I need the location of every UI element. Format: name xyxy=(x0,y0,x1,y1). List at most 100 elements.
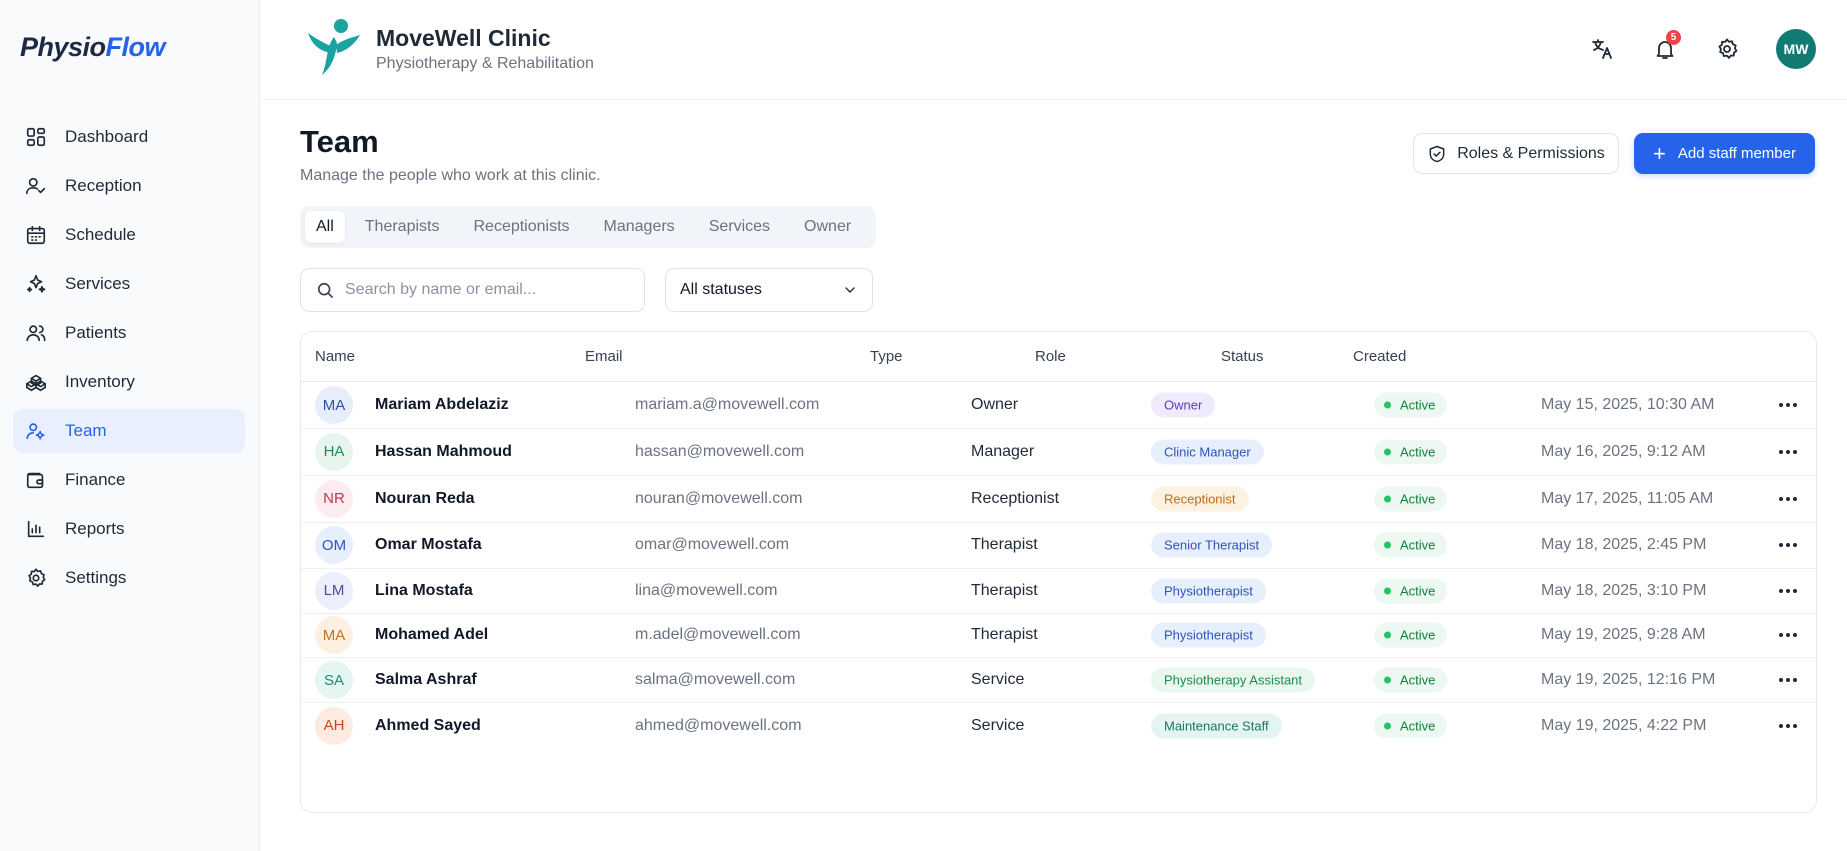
sidebar-nav: Dashboard Reception Schedule Services Patien… xyxy=(13,115,245,605)
column-header-name[interactable]: Name xyxy=(315,348,355,365)
staff-name: Ahmed Sayed xyxy=(375,716,481,734)
row-more-options-icon[interactable] xyxy=(1777,394,1799,416)
staff-email: nouran@movewell.com xyxy=(635,489,803,507)
status-dot-icon xyxy=(1384,495,1391,502)
row-more-options-icon[interactable] xyxy=(1777,580,1799,602)
sidebar-item-settings[interactable]: Settings xyxy=(13,556,245,600)
table-row[interactable]: SA Salma Ashraf salma@movewell.com Service P… xyxy=(301,658,1816,703)
tab-services[interactable]: Services xyxy=(695,211,784,243)
row-more-options-icon[interactable] xyxy=(1777,624,1799,646)
created-date: May 19, 2025, 9:28 AM xyxy=(1541,626,1706,644)
row-more-options-icon[interactable] xyxy=(1777,441,1799,463)
role-badge: Clinic Manager xyxy=(1151,439,1264,465)
tab-managers[interactable]: Managers xyxy=(590,211,689,243)
app-logo[interactable]: PhysioFlow xyxy=(20,32,166,63)
table-row[interactable]: OM Omar Mostafa omar@movewell.com Therapist… xyxy=(301,523,1816,569)
page-subtitle: Manage the people who work at this clini… xyxy=(300,167,601,184)
table-row[interactable]: AH Ahmed Sayed ahmed@movewell.com Service Ma… xyxy=(301,703,1816,749)
tab-owner[interactable]: Owner xyxy=(790,211,865,243)
row-more-options-icon[interactable] xyxy=(1777,669,1799,691)
status-filter-select[interactable]: All statuses xyxy=(665,268,873,312)
table-row[interactable]: MA Mohamed Adel m.adel@movewell.com Therapi… xyxy=(301,614,1816,658)
notification-count-badge: 5 xyxy=(1666,30,1681,45)
staff-email: m.adel@movewell.com xyxy=(635,626,801,644)
sidebar-item-reports[interactable]: Reports xyxy=(13,507,245,551)
staff-type: Manager xyxy=(971,442,1035,460)
chevron-down-icon xyxy=(845,287,855,293)
sparkles-icon xyxy=(25,273,47,295)
avatar: SA xyxy=(315,661,353,699)
status-dot-icon xyxy=(1384,676,1391,684)
status-badge: Active xyxy=(1374,392,1448,418)
avatar: NR xyxy=(315,479,353,518)
search-input[interactable] xyxy=(345,281,625,299)
staff-name: Mohamed Adel xyxy=(375,626,489,644)
sidebar-item-label: Dashboard xyxy=(65,127,149,146)
status-badge: Active xyxy=(1374,713,1448,739)
add-staff-member-button[interactable]: + Add staff member xyxy=(1634,133,1815,174)
page-title: Team xyxy=(300,124,379,159)
avatar: AH xyxy=(315,706,353,745)
sidebar: PhysioFlow Dashboard Reception Schedule Ser… xyxy=(0,0,260,851)
tab-receptionists[interactable]: Receptionists xyxy=(459,211,583,243)
row-more-options-icon[interactable] xyxy=(1777,488,1799,510)
clinic-name: MoveWell Clinic xyxy=(376,25,551,51)
role-badge: Physiotherapy Assistant xyxy=(1151,667,1316,693)
user-check-icon xyxy=(25,175,47,197)
tab-therapists[interactable]: Therapists xyxy=(351,211,454,243)
bar-chart-icon xyxy=(25,518,47,540)
translate-icon[interactable] xyxy=(1589,36,1615,62)
staff-name: Nouran Reda xyxy=(375,489,475,507)
sidebar-item-inventory[interactable]: Inventory xyxy=(13,360,245,404)
column-header-email[interactable]: Email xyxy=(585,348,623,365)
sidebar-item-dashboard[interactable]: Dashboard xyxy=(13,115,245,159)
status-badge: Active xyxy=(1374,667,1448,693)
sidebar-item-label: Services xyxy=(65,274,131,293)
table-row[interactable]: LM Lina Mostafa lina@movewell.com Therapist… xyxy=(301,569,1816,614)
status-dot-icon xyxy=(1384,722,1391,730)
clinic-subtitle: Physiotherapy & Rehabilitation xyxy=(376,55,594,72)
tab-all[interactable]: All xyxy=(305,211,345,243)
status-badge: Active xyxy=(1374,486,1448,511)
notifications-bell-icon[interactable]: 5 xyxy=(1652,30,1681,62)
team-icon xyxy=(25,420,47,442)
status-label: Active xyxy=(1400,397,1436,413)
sidebar-item-patients[interactable]: Patients xyxy=(13,311,245,355)
column-header-created[interactable]: Created xyxy=(1353,348,1406,365)
created-date: May 19, 2025, 12:16 PM xyxy=(1541,671,1716,688)
sidebar-item-reception[interactable]: Reception xyxy=(13,164,245,208)
row-more-options-icon[interactable] xyxy=(1777,534,1799,556)
top-header: MoveWell Clinic Physiotherapy & Rehabili… xyxy=(261,0,1847,100)
role-filter-tabs: All Therapists Receptionists Managers Servic… xyxy=(300,206,877,248)
staff-email: omar@movewell.com xyxy=(635,536,790,553)
column-header-role[interactable]: Role xyxy=(1035,348,1066,365)
column-header-type[interactable]: Type xyxy=(870,348,903,365)
status-dot-icon xyxy=(1384,448,1391,456)
role-badge: Senior Therapist xyxy=(1151,532,1273,558)
column-header-status[interactable]: Status xyxy=(1221,348,1264,365)
user-avatar[interactable]: MW xyxy=(1776,29,1816,69)
created-date: May 16, 2025, 9:12 AM xyxy=(1541,442,1706,460)
status-label: Active xyxy=(1400,537,1436,553)
wallet-icon xyxy=(25,469,47,491)
status-dot-icon xyxy=(1384,401,1391,409)
sidebar-item-services[interactable]: Services xyxy=(13,262,245,306)
staff-type: Therapist xyxy=(971,626,1038,644)
row-more-options-icon[interactable] xyxy=(1777,715,1799,737)
roles-permissions-button[interactable]: Roles & Permissions xyxy=(1413,133,1619,174)
settings-gear-icon[interactable] xyxy=(1714,36,1740,62)
table-row[interactable]: MA Mariam Abdelaziz mariam.a@movewell.com O… xyxy=(301,382,1816,429)
table-row[interactable]: NR Nouran Reda nouran@movewell.com Receptio… xyxy=(301,476,1816,523)
avatar: MA xyxy=(315,386,353,424)
roles-permissions-label: Roles & Permissions xyxy=(1457,144,1605,162)
sidebar-item-team[interactable]: Team xyxy=(13,409,245,453)
sidebar-item-schedule[interactable]: Schedule xyxy=(13,213,245,257)
role-badge: Maintenance Staff xyxy=(1151,713,1282,739)
staff-email: hassan@movewell.com xyxy=(635,442,805,460)
table-row[interactable]: HA Hassan Mahmoud hassan@movewell.com Manag… xyxy=(301,429,1816,476)
staff-name: Hassan Mahmoud xyxy=(375,442,512,460)
status-label: Active xyxy=(1400,627,1436,643)
avatar: LM xyxy=(315,571,353,610)
sidebar-item-finance[interactable]: Finance xyxy=(13,458,245,502)
boxes-icon xyxy=(25,371,47,393)
